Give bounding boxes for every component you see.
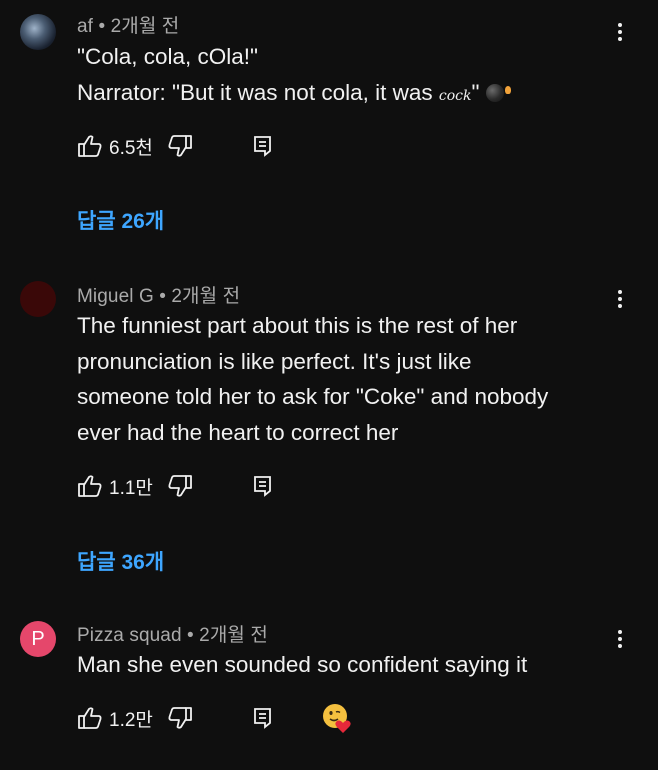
comment-text: The funniest part about this is the rest… <box>77 308 617 450</box>
cursive-word: cock <box>438 87 472 104</box>
creator-heart-icon <box>322 704 351 733</box>
avatar[interactable] <box>20 281 56 317</box>
comment-line: pronunciation is like perfect. It's just… <box>77 348 472 374</box>
comment-line: Man she even sounded so confident saying… <box>77 652 528 677</box>
comment-actions: 6.5천 <box>77 133 273 159</box>
comment-text: "Cola, cola, cOla!" Narrator: "But it wa… <box>77 39 617 114</box>
author-name[interactable]: Miguel G <box>77 286 154 307</box>
comment-line: someone told her to ask for "Coke" and n… <box>77 384 549 409</box>
comment-time: 2개월 전 <box>171 286 241 307</box>
comment-actions: 1.1만 <box>77 473 273 499</box>
meta-separator: • <box>98 16 106 37</box>
comment-actions: 1.2만 <box>77 704 353 733</box>
comment-time: 2개월 전 <box>199 625 268 646</box>
thumbs-up-icon[interactable] <box>77 474 103 498</box>
comment-text: Man she even sounded so confident saying… <box>77 647 617 683</box>
replies-button[interactable]: 답글 26개 <box>77 205 164 235</box>
thumbs-up-icon[interactable] <box>77 134 103 158</box>
like-count: 6.5천 <box>109 137 153 159</box>
like-count: 1.2만 <box>109 709 153 731</box>
replies-button[interactable]: 답글 36개 <box>77 546 164 576</box>
comment-time: 2개월 전 <box>110 16 180 37</box>
reply-icon[interactable] <box>253 135 273 157</box>
author-name[interactable]: Pizza squad <box>77 625 182 646</box>
avatar[interactable] <box>20 14 56 50</box>
comment-line: Narrator: "But it was not cola, it was c… <box>77 75 617 115</box>
thumbs-up-icon[interactable] <box>77 706 103 730</box>
like-count: 1.1만 <box>109 477 153 499</box>
narrator-text: Narrator: "But it was not cola, it was <box>77 79 439 105</box>
avatar[interactable]: P <box>20 621 56 657</box>
reply-icon[interactable] <box>253 707 273 729</box>
comment-line: The funniest part about this is the rest… <box>77 313 518 338</box>
fuse-spark <box>505 85 512 94</box>
comment-meta: Pizza squad • 2개월 전 <box>77 620 268 647</box>
meta-separator: • <box>159 286 166 307</box>
meta-separator: • <box>187 625 194 646</box>
reply-icon[interactable] <box>253 475 273 497</box>
thumbs-down-icon[interactable] <box>167 706 193 730</box>
comment-meta: af • 2개월 전 <box>77 11 179 38</box>
thumbs-down-icon[interactable] <box>167 134 193 158</box>
comment-meta: Miguel G • 2개월 전 <box>77 281 240 308</box>
comment-line: "Cola, cola, cOla!" <box>77 44 259 69</box>
comment-line: ever had the heart to correct her <box>77 419 399 445</box>
narrator-suffix: " <box>471 79 480 105</box>
author-name[interactable]: af <box>77 16 93 37</box>
bomb-emoji-icon <box>486 83 505 102</box>
thumbs-down-icon[interactable] <box>167 474 193 498</box>
